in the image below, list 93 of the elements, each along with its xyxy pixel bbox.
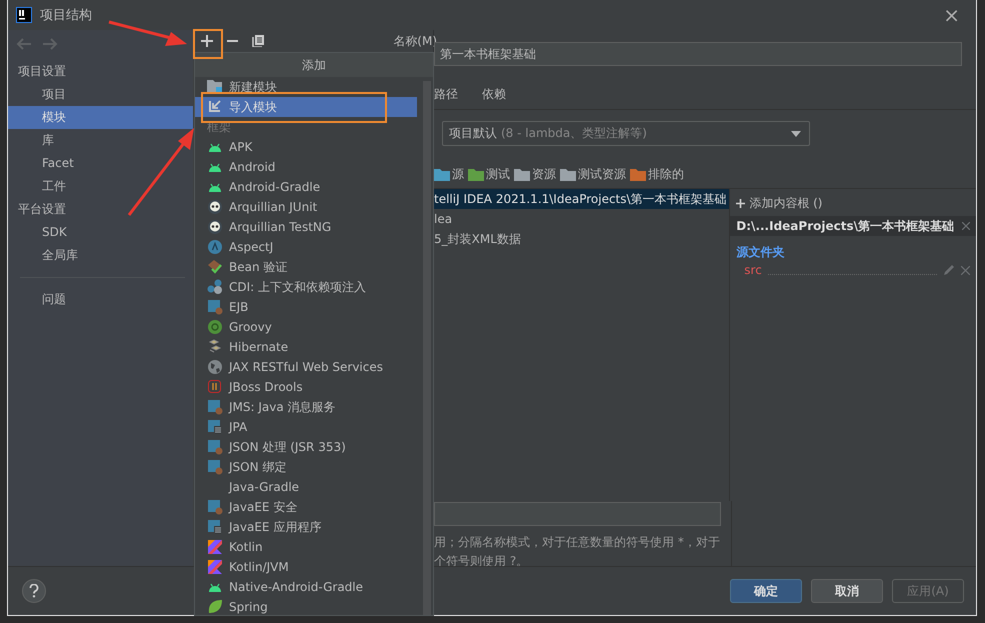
hint-text: 用；分隔名称模式，对于任意数量的符号使用 *，对于 [434, 534, 721, 551]
sidebar-heading: 平台设置 [17, 201, 67, 218]
dialog-button[interactable]: 确定 [730, 579, 802, 603]
menu-item[interactable]: Java-Gradle [195, 477, 417, 497]
menu-item[interactable]: Android-Gradle [195, 177, 417, 197]
copy-icon[interactable] [252, 35, 264, 47]
menu-item[interactable]: AspectJ [195, 237, 417, 257]
menu-item[interactable]: APK [195, 137, 417, 157]
circle-icon [207, 239, 223, 255]
menu-item[interactable]: JPA [195, 417, 417, 437]
name-field[interactable]: 第一本书框架基础 [434, 42, 962, 66]
tab[interactable]: 依赖 [482, 86, 506, 103]
folder-kind-button[interactable]: 测试资源 [560, 166, 626, 183]
module-icon [207, 519, 223, 535]
skull-icon [207, 199, 223, 215]
menu-item[interactable]: JAX RESTful Web Services [195, 357, 417, 377]
add-content-root-button[interactable]: 添加内容根 () [730, 189, 976, 216]
sidebar-item[interactable]: 全局库 [8, 244, 193, 267]
sidebar-item[interactable]: 项目 [8, 83, 193, 106]
import-arrow-icon [207, 99, 223, 115]
dialog-button[interactable]: 取消 [811, 579, 883, 603]
close-icon[interactable] [962, 222, 970, 230]
folder-icon [207, 79, 223, 95]
source-folders-heading: 源文件夹 [735, 244, 786, 261]
module-icon [207, 299, 223, 315]
molecule-icon [207, 279, 223, 295]
menu-item[interactable]: JavaEE 应用程序 [195, 517, 417, 537]
menu-item[interactable]: 导入模块 [195, 97, 417, 117]
folder-kind-button[interactable]: 资源 [514, 166, 556, 183]
menu-item[interactable]: Spring [195, 597, 417, 615]
menu-item[interactable]: JMS: Java 消息服务 [195, 397, 417, 417]
source-folder-name: src [744, 263, 762, 277]
menu-item[interactable]: JSON 绑定 [195, 457, 417, 477]
menu-item[interactable]: Bean 验证 [195, 257, 417, 277]
drools-icon [207, 379, 223, 395]
window-title: 项目结构 [40, 7, 92, 24]
menu-item[interactable]: Kotlin/JVM [195, 557, 417, 577]
question-mark-icon [29, 584, 39, 598]
back-arrow-icon[interactable] [16, 38, 32, 50]
folder-kind-button[interactable]: 源 [434, 166, 464, 183]
highlight-frame [193, 29, 223, 59]
sidebar-item[interactable]: 工件 [8, 175, 193, 198]
menu-item[interactable]: Arquillian JUnit [195, 197, 417, 217]
module-icon [207, 439, 223, 455]
folder-kind-button[interactable]: 测试 [468, 166, 510, 183]
menu-item[interactable]: JBoss Drools [195, 377, 417, 397]
menu-item[interactable]: 新建模块 [195, 77, 417, 97]
folder-kind-button[interactable]: 排除的 [630, 166, 684, 183]
tab[interactable]: 路径 [434, 86, 458, 103]
pencil-icon [943, 264, 955, 276]
menu-item[interactable]: JavaEE 安全 [195, 497, 417, 517]
menu-item[interactable]: Arquillian TestNG [195, 217, 417, 237]
language-level-dropdown[interactable]: 项目默认 (8 - lambda、类型注解等) [442, 121, 810, 146]
tree-item[interactable]: telliJ IDEA 2021.1.1\IdeaProjects\第一本书框架基础 [434, 189, 730, 209]
tree-item[interactable]: 5_封装XML数据 [434, 229, 730, 249]
dropdown-caret-icon [791, 130, 801, 136]
app-logo-icon [16, 7, 32, 23]
close-button[interactable]: × [939, 3, 964, 27]
leaf-icon [207, 599, 223, 615]
bean-check-icon [207, 259, 223, 275]
sidebar-heading: 项目设置 [17, 63, 67, 80]
add-icon[interactable] [201, 35, 213, 47]
module-icon [207, 399, 223, 415]
menu-item[interactable]: Hibernate [195, 337, 417, 357]
help-button[interactable] [22, 579, 46, 603]
sidebar-item[interactable]: Facet [8, 152, 193, 175]
skull-icon [207, 219, 223, 235]
menu-item[interactable]: Android [195, 157, 417, 177]
module-icon [207, 459, 223, 475]
module-icon [207, 419, 223, 435]
sidebar-item[interactable]: 库 [8, 129, 193, 152]
menu-item[interactable]: JSON 处理 (JSR 353) [195, 437, 417, 457]
close-icon [961, 266, 970, 274]
menu-item[interactable]: Native-Android-Gradle [195, 577, 417, 597]
content-root-path: D:\...IdeaProjects\第一本书框架基础 [736, 218, 954, 234]
module-icon [207, 499, 223, 515]
tree-item[interactable]: lea [434, 209, 730, 229]
kotlin-icon [207, 559, 223, 575]
exclude-pattern-field[interactable] [434, 502, 721, 526]
scrollbar-thumb[interactable] [423, 81, 431, 615]
popup-title: 添加 [195, 53, 433, 77]
forward-arrow-icon[interactable] [42, 38, 58, 50]
sidebar-item[interactable]: 问题 [8, 288, 193, 311]
sidebar-item[interactable]: SDK [8, 221, 193, 244]
menu-item[interactable]: Groovy [195, 317, 417, 337]
kotlin-icon [207, 539, 223, 555]
sidebar-item[interactable]: 模块 [8, 106, 193, 129]
menu-item[interactable]: Kotlin [195, 537, 417, 557]
globe-icon [207, 359, 223, 375]
menu-item[interactable]: EJB [195, 297, 417, 317]
add-icon [736, 199, 746, 208]
menu-item[interactable]: CDI: 上下文和依赖项注入 [195, 277, 417, 297]
circle-icon [207, 319, 223, 335]
